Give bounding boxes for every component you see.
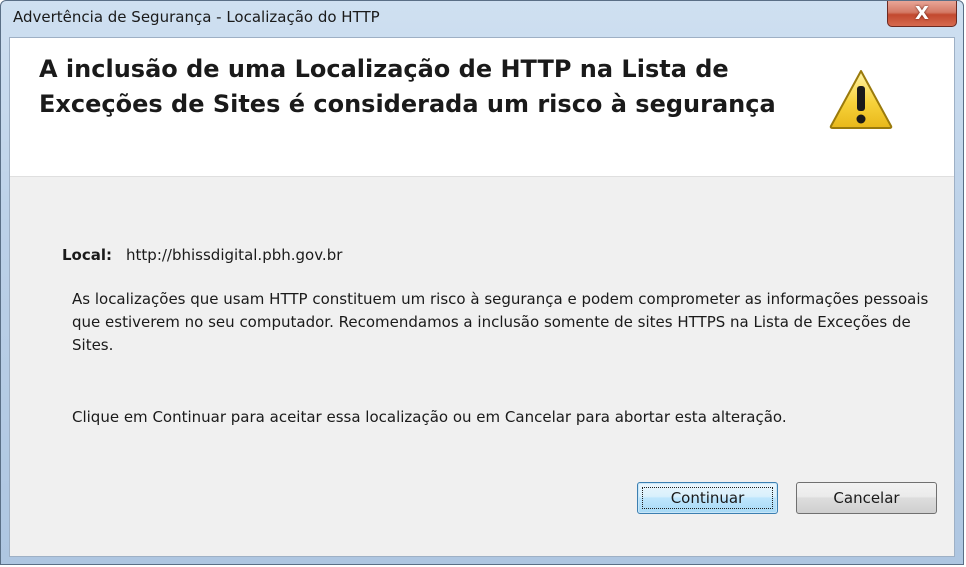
location-label: Local: — [62, 246, 113, 264]
location-url: http://bhissdigital.pbh.gov.br — [126, 246, 343, 264]
warning-icon — [829, 70, 893, 129]
dialog-window: Advertência de Segurança - Localização d… — [0, 0, 964, 565]
risk-message: As localizações que usam HTTP constituem… — [72, 290, 929, 354]
window-title: Advertência de Segurança - Localização d… — [13, 8, 380, 26]
cancel-button[interactable]: Cancelar — [796, 482, 937, 514]
dialog-content: A inclusão de uma Localização de HTTP na… — [9, 37, 955, 557]
header-panel: A inclusão de uma Localização de HTTP na… — [10, 38, 954, 177]
title-bar[interactable]: Advertência de Segurança - Localização d… — [1, 1, 963, 31]
cancel-button-label: Cancelar — [833, 489, 900, 507]
page: Advertência de Segurança - Localização d… — [0, 0, 966, 567]
warning-headline: A inclusão de uma Localização de HTTP na… — [39, 55, 776, 118]
continue-button[interactable]: Continuar — [637, 482, 778, 514]
close-icon: X — [915, 2, 929, 24]
location-row: Local: http://bhissdigital.pbh.gov.br — [62, 246, 342, 264]
continue-button-label: Continuar — [670, 489, 745, 507]
instruction-message: Clique em Continuar para aceitar essa lo… — [72, 408, 787, 426]
close-button[interactable]: X — [887, 1, 957, 27]
